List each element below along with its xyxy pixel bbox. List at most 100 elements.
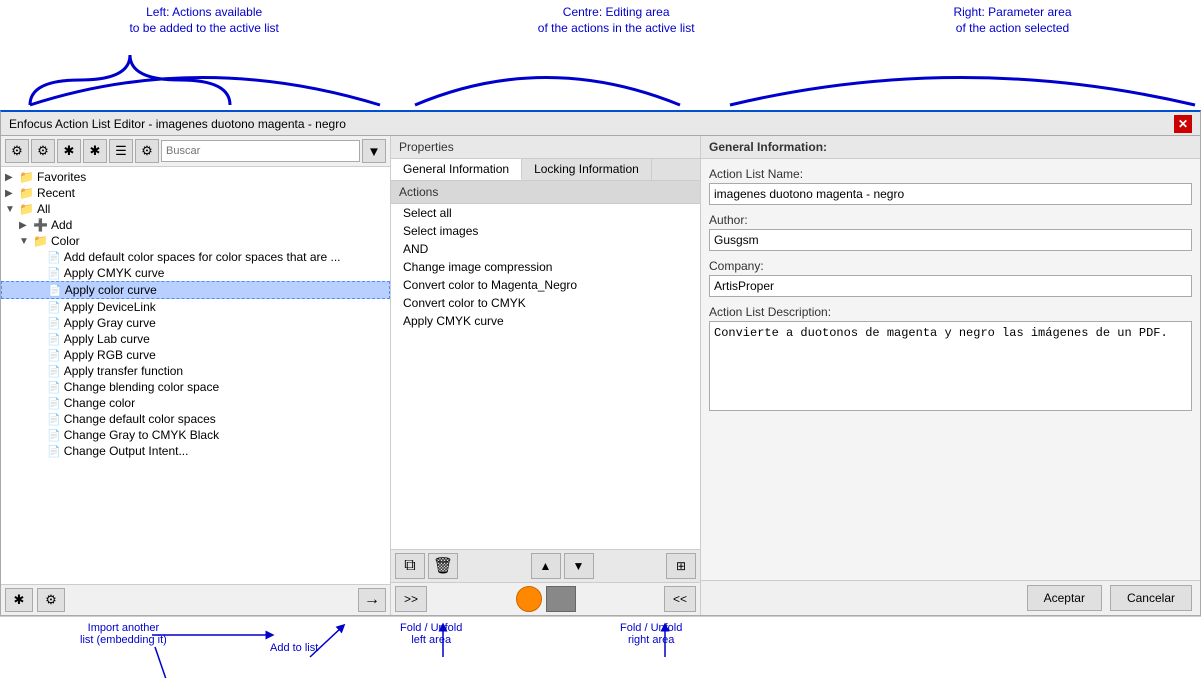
tree-item-doc13[interactable]: 📄 Change Output Intent... xyxy=(1,443,390,459)
title-bar: Enfocus Action List Editor - imagenes du… xyxy=(0,110,1201,136)
fold-right-button[interactable]: << xyxy=(664,586,696,612)
right-panel-header: General Information: xyxy=(701,136,1200,159)
import-list-button[interactable]: ✱ xyxy=(5,588,33,612)
search-input[interactable] xyxy=(161,140,360,162)
tree-label: Apply CMYK curve xyxy=(64,266,165,280)
add-to-list-button[interactable]: → xyxy=(358,588,386,612)
doc-icon: 📄 xyxy=(47,267,61,280)
action-btn-2[interactable]: ⚙ xyxy=(31,139,55,163)
expand-icon: ▶ xyxy=(5,172,19,183)
tree-label: Change blending color space xyxy=(64,380,219,394)
settings-list-button[interactable]: ⚙ xyxy=(37,588,65,612)
left-toolbar: ⚙ ⚙ ✱ ✱ ☰ ⚙ ▼ xyxy=(1,136,390,167)
tree-label: Apply Lab curve xyxy=(64,332,150,346)
gray-square-button[interactable] xyxy=(546,586,576,612)
bracket-svg xyxy=(0,40,1201,110)
action-item-1[interactable]: Select all xyxy=(391,204,700,222)
tree-item-doc5[interactable]: 📄 Apply Gray curve xyxy=(1,315,390,331)
tree-item-doc11[interactable]: 📄 Change default color spaces xyxy=(1,411,390,427)
search-settings-btn[interactable]: ▼ xyxy=(362,139,386,163)
action-list[interactable]: Select all Select images AND Change imag… xyxy=(391,204,700,549)
tree-label: Change Gray to CMYK Black xyxy=(64,428,219,442)
tab-bar: General Information Locking Information xyxy=(391,159,700,181)
add-folder-icon: ➕ xyxy=(33,218,48,232)
tree-item-doc4[interactable]: 📄 Apply DeviceLink xyxy=(1,299,390,315)
tree-label: Change color xyxy=(64,396,135,410)
tree-item-doc7[interactable]: 📄 Apply RGB curve xyxy=(1,347,390,363)
accept-button[interactable]: Aceptar xyxy=(1027,585,1102,611)
right-annotation: Right: Parameter area of the action sele… xyxy=(953,5,1071,36)
description-label: Action List Description: xyxy=(709,305,1192,319)
tree-item-color[interactable]: ▼ 📁 Color xyxy=(1,233,390,249)
doc-icon: 📄 xyxy=(47,317,61,330)
orange-circle-button[interactable] xyxy=(516,586,542,612)
action-item-6[interactable]: Convert color to CMYK xyxy=(391,294,700,312)
folder-icon: 📁 xyxy=(19,202,34,216)
author-label: Author: xyxy=(709,213,1192,227)
close-button[interactable]: ✕ xyxy=(1174,115,1192,133)
action-btn-3[interactable]: ✱ xyxy=(57,139,81,163)
tree-item-add[interactable]: ▶ ➕ Add xyxy=(1,217,390,233)
action-btn-5[interactable]: ☰ xyxy=(109,139,133,163)
name-label: Action List Name: xyxy=(709,167,1192,181)
left-annotation: Left: Actions available to be added to t… xyxy=(129,5,278,36)
tree-item-doc12[interactable]: 📄 Change Gray to CMYK Black xyxy=(1,427,390,443)
tree-label: Apply DeviceLink xyxy=(64,300,156,314)
folder-icon: 📁 xyxy=(33,234,48,248)
action-item-3[interactable]: AND xyxy=(391,240,700,258)
tree-item-doc2[interactable]: 📄 Apply CMYK curve xyxy=(1,265,390,281)
doc-icon: 📄 xyxy=(47,429,61,442)
action-btn-4[interactable]: ✱ xyxy=(83,139,107,163)
action-item-4[interactable]: Change image compression xyxy=(391,258,700,276)
action-item-2[interactable]: Select images xyxy=(391,222,700,240)
action-list-name-input[interactable] xyxy=(709,183,1192,205)
tree-label: Change default color spaces xyxy=(64,412,216,426)
tree-label: Color xyxy=(51,234,80,248)
author-input[interactable] xyxy=(709,229,1192,251)
company-label: Company: xyxy=(709,259,1192,273)
cancel-button[interactable]: Cancelar xyxy=(1110,585,1192,611)
doc-icon: 📄 xyxy=(47,333,61,346)
tree-item-apply-color-curve[interactable]: 📄 Apply color curve ◀── Selected action xyxy=(1,281,390,299)
tab-locking[interactable]: Locking Information xyxy=(522,159,652,180)
window-title: Enfocus Action List Editor - imagenes du… xyxy=(9,117,346,131)
left-panel: ⚙ ⚙ ✱ ✱ ☰ ⚙ ▼ ▶ 📁 Favorites ▶ 📁 Recent ▼ xyxy=(1,136,391,615)
properties-button[interactable]: ⊞ xyxy=(666,553,696,579)
tree-label: Change Output Intent... xyxy=(64,444,189,458)
doc-icon: 📄 xyxy=(48,284,62,297)
doc-icon: 📄 xyxy=(47,445,61,458)
doc-icon: 📄 xyxy=(47,301,61,314)
move-up-button[interactable]: ▲ xyxy=(531,553,561,579)
tree-item-recent[interactable]: ▶ 📁 Recent xyxy=(1,185,390,201)
description-textarea[interactable]: Convierte a duotonos de magenta y negro … xyxy=(709,321,1192,411)
tree-item-favorites[interactable]: ▶ 📁 Favorites xyxy=(1,169,390,185)
tree-item-doc8[interactable]: 📄 Apply transfer function xyxy=(1,363,390,379)
action-item-7[interactable]: Apply CMYK curve xyxy=(391,312,700,330)
action-btn-6[interactable]: ⚙ xyxy=(135,139,159,163)
expand-icon: ▶ xyxy=(5,188,19,199)
tree-area[interactable]: ▶ 📁 Favorites ▶ 📁 Recent ▼ 📁 All ▶ ➕ Add… xyxy=(1,167,390,584)
action-item-5[interactable]: Convert color to Magenta_Negro xyxy=(391,276,700,294)
move-down-button[interactable]: ▼ xyxy=(564,553,594,579)
expand-icon: ▼ xyxy=(5,204,19,215)
fold-left-button[interactable]: >> xyxy=(395,586,427,612)
expand-icon: ▶ xyxy=(19,220,33,231)
doc-icon: 📄 xyxy=(47,413,61,426)
action-btn-1[interactable]: ⚙ xyxy=(5,139,29,163)
duplicate-action-button[interactable]: ⧉ xyxy=(395,553,425,579)
tree-item-doc6[interactable]: 📄 Apply Lab curve xyxy=(1,331,390,347)
tree-item-doc10[interactable]: 📄 Change color xyxy=(1,395,390,411)
doc-icon: 📄 xyxy=(47,349,61,362)
tree-label: Apply transfer function xyxy=(64,364,183,378)
tree-item-all[interactable]: ▼ 📁 All xyxy=(1,201,390,217)
tab-general[interactable]: General Information xyxy=(391,159,522,180)
expand-icon: ▼ xyxy=(19,236,33,247)
tree-item-doc1[interactable]: 📄 Add default color spaces for color spa… xyxy=(1,249,390,265)
company-input[interactable] xyxy=(709,275,1192,297)
tree-item-doc9[interactable]: 📄 Change blending color space xyxy=(1,379,390,395)
tree-label: Apply RGB curve xyxy=(64,348,156,362)
remove-from-list-button[interactable]: 🗑 xyxy=(428,553,458,579)
center-panel: Properties General Information Locking I… xyxy=(391,136,701,615)
tree-label: Apply color curve xyxy=(65,283,157,297)
doc-icon: 📄 xyxy=(47,397,61,410)
